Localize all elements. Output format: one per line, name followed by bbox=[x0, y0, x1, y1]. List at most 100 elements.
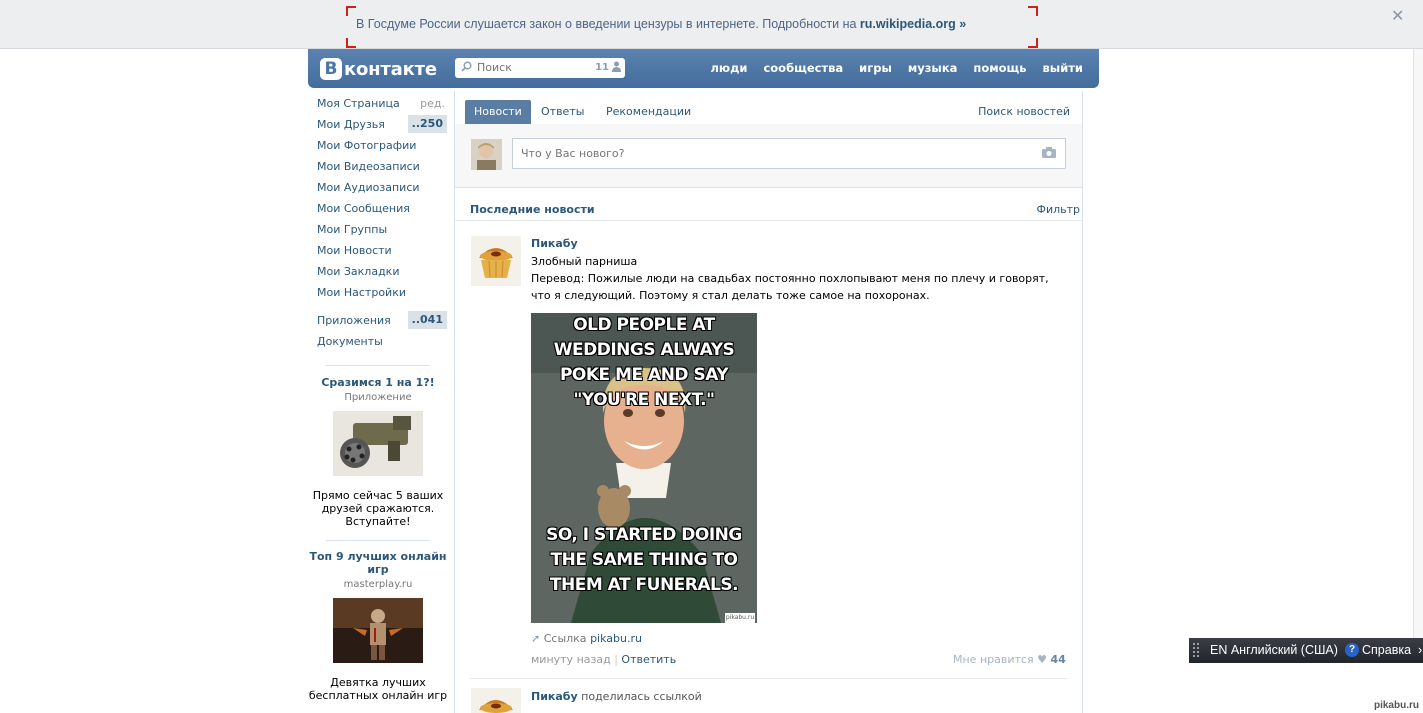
promo-block-1[interactable]: Сразимся 1 на 1?! Приложение Прямо сейча… bbox=[308, 376, 448, 528]
menu-label: Мои Настройки bbox=[317, 286, 406, 299]
menu-label: Приложения bbox=[317, 314, 391, 327]
scrollbar[interactable] bbox=[1413, 49, 1423, 639]
menu-messages[interactable]: Мои Сообщения bbox=[308, 200, 448, 221]
menu-label: Мои Друзья bbox=[317, 118, 385, 131]
nav-help[interactable]: помощь bbox=[973, 61, 1026, 75]
menu-label: Мои Аудиозаписи bbox=[317, 181, 420, 194]
promo-sub: masterplay.ru bbox=[343, 579, 413, 590]
banner-text: В Госдуме России слушается закон о введе… bbox=[356, 17, 966, 31]
news-tabs: Новости Ответы Рекомендации Поиск новост… bbox=[465, 100, 1070, 125]
post-link[interactable]: ➚ Ссылка pikabu.ru bbox=[531, 632, 642, 645]
post-time[interactable]: минуту назад bbox=[531, 653, 611, 666]
banner-corner-bl bbox=[346, 38, 356, 48]
reply-link[interactable]: Ответить bbox=[621, 653, 676, 666]
promo-text: Девятка лучших бесплатных онлайн игр bbox=[308, 676, 448, 702]
banner-corner-tl bbox=[346, 6, 356, 16]
nav-communities[interactable]: сообщества bbox=[763, 61, 843, 75]
post-avatar-pikabu[interactable] bbox=[471, 236, 521, 286]
menu-news[interactable]: Мои Новости bbox=[308, 242, 448, 263]
menu-bookmarks[interactable]: Мои Закладки bbox=[308, 263, 448, 284]
help-icon[interactable]: ? bbox=[1345, 643, 1359, 657]
edit-link[interactable]: ред. bbox=[420, 95, 445, 113]
menu-friends[interactable]: Мои Друзья ..250 bbox=[308, 115, 448, 137]
meme-top-text: OLD PEOPLE AT WEDDINGS ALWAYS POKE ME AN… bbox=[553, 315, 735, 410]
post-avatar-pikabu[interactable] bbox=[471, 688, 521, 713]
feed-header: Последние новости Фильтр bbox=[470, 203, 1080, 216]
post-title: Злобный парниша bbox=[531, 255, 638, 268]
menu-apps[interactable]: Приложения ..041 bbox=[308, 311, 448, 333]
menu-label: Мои Закладки bbox=[317, 265, 400, 278]
notice-banner: В Госдуме России слушается закон о введе… bbox=[0, 0, 1423, 49]
menu-my-page[interactable]: Моя Страница ред. bbox=[308, 95, 448, 116]
banner-message: В Госдуме России слушается закон о введе… bbox=[356, 17, 857, 31]
close-icon[interactable]: ✕ bbox=[1391, 6, 1404, 25]
tab-answers[interactable]: Ответы bbox=[532, 100, 593, 124]
link-label: Ссылка bbox=[543, 632, 587, 645]
friends-badge: ..250 bbox=[407, 115, 447, 133]
heart-icon: ♥ bbox=[1037, 653, 1047, 666]
meme-watermark: pikabu.ru bbox=[725, 613, 755, 623]
user-avatar[interactable] bbox=[471, 139, 502, 170]
menu-videos[interactable]: Мои Видеозаписи bbox=[308, 158, 448, 179]
status-input[interactable] bbox=[521, 147, 1001, 160]
menu-documents[interactable]: Документы bbox=[308, 333, 448, 354]
vk-logo[interactable]: В контакте bbox=[320, 57, 437, 81]
promo-title[interactable]: Топ 9 лучших онлайн игр bbox=[308, 550, 448, 576]
banner-corner-tr bbox=[1028, 6, 1038, 16]
promo-image-warrior[interactable] bbox=[333, 598, 423, 663]
tab-recommendations[interactable]: Рекомендации bbox=[597, 100, 700, 124]
menu-photos[interactable]: Мои Фотографии bbox=[308, 137, 448, 158]
menu-audio[interactable]: Мои Аудиозаписи bbox=[308, 179, 448, 200]
camera-icon[interactable] bbox=[1042, 147, 1056, 158]
promo-block-2[interactable]: Топ 9 лучших онлайн игр masterplay.ru Де… bbox=[308, 550, 448, 702]
search-input[interactable] bbox=[477, 61, 577, 74]
chevron-icon[interactable]: › bbox=[1418, 643, 1422, 657]
post-box bbox=[455, 124, 1082, 188]
like-count: 44 bbox=[1050, 653, 1066, 666]
help-label[interactable]: Справка bbox=[1362, 643, 1411, 657]
post-author[interactable]: Пикабу bbox=[531, 237, 578, 250]
nav-logout[interactable]: выйти bbox=[1043, 61, 1083, 75]
post-meme-image[interactable]: OLD PEOPLE AT WEDDINGS ALWAYS POKE ME AN… bbox=[531, 313, 757, 623]
share-arrow-icon: ➚ bbox=[531, 632, 541, 645]
divider bbox=[455, 220, 1082, 221]
post-body: Перевод: Пожилые люди на свадьбах постоя… bbox=[531, 272, 1049, 302]
top-header: В контакте 11 люди сообщества игры музык… bbox=[308, 49, 1099, 88]
menu-divider bbox=[326, 540, 430, 541]
meta-separator: | bbox=[614, 653, 618, 666]
like-button[interactable]: Мне нравится ♥ 44 bbox=[953, 653, 1066, 666]
link-domain[interactable]: pikabu.ru bbox=[590, 632, 642, 645]
post-author[interactable]: Пикабу bbox=[531, 690, 578, 703]
news-search-link[interactable]: Поиск новостей bbox=[978, 100, 1070, 124]
language-indicator[interactable]: EN Английский (США) bbox=[1210, 643, 1338, 657]
status-field[interactable] bbox=[512, 138, 1066, 169]
menu-label: Мои Сообщения bbox=[317, 202, 410, 215]
promo-text: Прямо сейчас 5 ваших друзей сражаются. В… bbox=[312, 489, 444, 528]
tab-news[interactable]: Новости bbox=[465, 100, 531, 124]
filter-link[interactable]: Фильтр bbox=[1036, 203, 1080, 216]
post-divider bbox=[470, 678, 1067, 679]
promo-image-gun[interactable] bbox=[333, 411, 423, 476]
post2-header: Пикабу поделилась ссылкой bbox=[531, 688, 702, 705]
meme-bottom-text: SO, I STARTED DOING THE SAME THING TO TH… bbox=[546, 525, 742, 595]
search-box[interactable]: 11 bbox=[455, 58, 625, 78]
logo-text: контакте bbox=[344, 58, 437, 80]
menu-label: Моя Страница bbox=[317, 97, 400, 110]
like-label: Мне нравится bbox=[953, 653, 1034, 666]
post-action: поделилась ссылкой bbox=[581, 690, 702, 703]
nav-music[interactable]: музыка bbox=[908, 61, 958, 75]
apps-badge: ..041 bbox=[407, 311, 447, 329]
menu-settings[interactable]: Мои Настройки bbox=[308, 284, 448, 305]
menu-groups[interactable]: Мои Группы bbox=[308, 221, 448, 242]
nav-people[interactable]: люди bbox=[711, 61, 748, 75]
banner-link[interactable]: ru.wikipedia.org » bbox=[860, 17, 966, 31]
promo-sub: Приложение bbox=[344, 392, 412, 403]
language-bar: EN Английский (США) ? Справка › bbox=[1189, 638, 1423, 663]
left-menu: Моя Страница ред. Мои Друзья ..250 Мои Ф… bbox=[308, 95, 448, 710]
grip-handle[interactable] bbox=[1192, 642, 1202, 658]
promo-title[interactable]: Сразимся 1 на 1?! bbox=[308, 376, 448, 389]
post-meta: минуту назад | Ответить bbox=[531, 653, 676, 666]
menu-label: Мои Фотографии bbox=[317, 139, 417, 152]
menu-label: Документы bbox=[317, 335, 383, 348]
nav-games[interactable]: игры bbox=[859, 61, 892, 75]
